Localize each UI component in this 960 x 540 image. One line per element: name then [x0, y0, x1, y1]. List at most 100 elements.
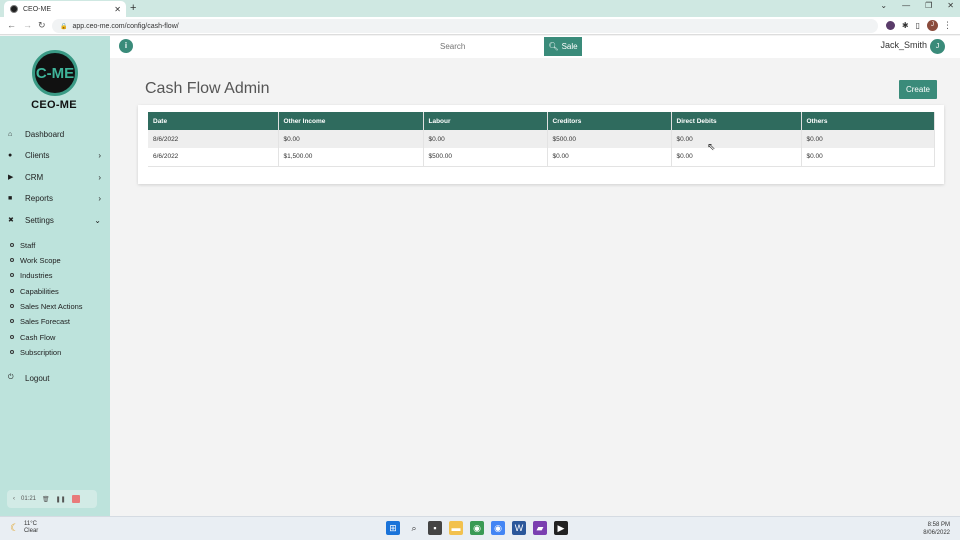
- table-row[interactable]: 8/6/2022 $0.00 $0.00 $500.00 $0.00 $0.00: [148, 130, 935, 148]
- chevron-right-icon: ›: [98, 172, 101, 182]
- chrome-profile-icon[interactable]: ◉: [491, 521, 505, 535]
- extensions-area: ✱ ▯ J: [885, 20, 938, 31]
- extension-icon[interactable]: [885, 21, 895, 30]
- file-explorer-icon[interactable]: ▬: [449, 521, 463, 535]
- sale-button[interactable]: 🔍︎ Sale: [544, 37, 582, 56]
- cash-flow-table: Date Other Income Labour Creditors Direc…: [148, 112, 935, 167]
- sidebar-item-label: Reports: [25, 193, 54, 203]
- word-icon[interactable]: W: [512, 521, 526, 535]
- chevron-down-icon[interactable]: ⌄: [880, 1, 887, 10]
- logo-text: CEO-ME: [31, 99, 77, 111]
- back-icon[interactable]: ←: [7, 20, 16, 30]
- sidebar-item-label: Clients: [25, 150, 50, 160]
- logo-mark: C-ME: [32, 50, 78, 96]
- cash-flow-card: Date Other Income Labour Creditors Direc…: [138, 105, 944, 184]
- bullet-icon: [10, 243, 14, 247]
- close-window-icon[interactable]: ✕: [947, 1, 954, 10]
- cell-date: 6/6/2022: [148, 148, 279, 167]
- sidebar-subitem-capabilities[interactable]: Capabilities: [10, 285, 59, 297]
- top-bar: i 🔍︎ Sale Jack_Smith J: [110, 36, 960, 58]
- task-view-icon[interactable]: ▪: [428, 521, 442, 535]
- search-icon[interactable]: ⌕: [407, 521, 421, 535]
- user-avatar[interactable]: J: [930, 39, 945, 54]
- url-field[interactable]: 🔒 app.ceo-me.com/config/cash-flow/: [52, 19, 878, 33]
- column-header-others[interactable]: Others: [801, 112, 935, 130]
- sidebar-item-dashboard[interactable]: ⌂ Dashboard: [0, 124, 110, 144]
- column-header-labour[interactable]: Labour: [423, 112, 548, 130]
- chrome-icon[interactable]: ◉: [470, 521, 484, 535]
- sidebar-item-settings[interactable]: ✖ Settings ⌄: [0, 210, 110, 230]
- cell-others: $0.00: [801, 148, 935, 167]
- media-player-icon[interactable]: ▶: [554, 521, 568, 535]
- cell-direct-debits: $0.00: [671, 148, 802, 167]
- page-title: Cash Flow Admin: [145, 80, 270, 97]
- minimize-icon[interactable]: —: [902, 1, 910, 10]
- table-header-row: Date Other Income Labour Creditors Direc…: [148, 112, 935, 130]
- sidebar-subitem-cash-flow[interactable]: Cash Flow: [10, 331, 55, 343]
- taskbar-apps: ⊞ ⌕ ▪ ▬ ◉ ◉ W ▰ ▶: [386, 521, 568, 535]
- stop-recording-icon[interactable]: [71, 495, 80, 503]
- restore-icon[interactable]: ❐: [925, 1, 932, 10]
- browser-menu-icon[interactable]: ⋮: [943, 20, 952, 31]
- cell-other-income: $0.00: [278, 130, 424, 148]
- sidebar-item-logout[interactable]: ⏻ Logout: [0, 368, 110, 388]
- sidebar-subitem-subscription[interactable]: Subscription: [10, 346, 61, 358]
- chevron-left-icon[interactable]: ‹: [13, 496, 15, 502]
- reports-icon: ■: [8, 194, 13, 202]
- weather-widget[interactable]: ☾ 11°C Clear: [10, 521, 38, 535]
- sidebar-item-clients[interactable]: ● Clients ›: [0, 145, 110, 165]
- cell-other-income: $1,500.00: [278, 148, 424, 167]
- browser-tab[interactable]: CEO-ME ✕: [4, 1, 126, 17]
- clipchamp-icon[interactable]: ▰: [533, 521, 547, 535]
- sidebar-panel-icon[interactable]: ▯: [916, 21, 920, 30]
- tab-title: CEO-ME: [23, 5, 51, 13]
- column-header-creditors[interactable]: Creditors: [547, 112, 672, 130]
- create-button[interactable]: Create: [899, 80, 937, 99]
- pause-icon[interactable]: ❚❚: [56, 496, 66, 503]
- tab-close-icon[interactable]: ✕: [114, 5, 121, 14]
- subitem-label: Industries: [20, 270, 53, 280]
- sidebar-item-reports[interactable]: ■ Reports ›: [0, 188, 110, 208]
- sidebar-subitem-staff[interactable]: Staff: [10, 239, 35, 251]
- home-icon: ⌂: [8, 130, 13, 138]
- search-icon: 🔍︎: [548, 42, 559, 51]
- sidebar-subitem-sales-forecast[interactable]: Sales Forecast: [10, 315, 70, 327]
- subitem-label: Capabilities: [20, 286, 59, 296]
- system-clock[interactable]: 8:58 PM 8/06/2022: [923, 521, 950, 537]
- sidebar-subitem-industries[interactable]: Industries: [10, 269, 53, 281]
- subitem-label: Sales Forecast: [20, 316, 71, 326]
- column-header-direct-debits[interactable]: Direct Debits: [671, 112, 802, 130]
- sidebar-item-label: Settings: [25, 215, 54, 225]
- trash-icon[interactable]: 🗑: [42, 496, 50, 503]
- bullet-icon: [10, 273, 14, 277]
- cell-creditors: $0.00: [547, 148, 672, 167]
- reload-icon[interactable]: ↻: [38, 20, 46, 31]
- subitem-label: Sales Next Actions: [20, 301, 83, 311]
- cell-creditors: $500.00: [547, 130, 672, 148]
- forward-icon[interactable]: →: [23, 20, 32, 30]
- profile-avatar[interactable]: J: [927, 20, 938, 31]
- new-tab-button[interactable]: +: [130, 2, 136, 14]
- ceo-me-logo[interactable]: C-ME CEO-ME: [30, 50, 78, 114]
- sidebar-subitem-sales-next-actions[interactable]: Sales Next Actions: [10, 300, 83, 312]
- info-icon[interactable]: i: [119, 39, 133, 53]
- puzzle-icon[interactable]: ✱: [902, 21, 909, 30]
- search-input[interactable]: [435, 37, 545, 56]
- subitem-label: Staff: [20, 240, 36, 250]
- sidebar-item-crm[interactable]: ▶ CRM ›: [0, 167, 110, 187]
- windows-start-icon[interactable]: ⊞: [386, 521, 400, 535]
- sidebar: C-ME CEO-ME ⌂ Dashboard ● Clients › ▶ CR…: [0, 36, 110, 516]
- crm-icon: ▶: [8, 174, 14, 181]
- table-row[interactable]: 6/6/2022 $1,500.00 $500.00 $0.00 $0.00 $…: [148, 148, 935, 167]
- bullet-icon: [10, 335, 14, 339]
- bullet-icon: [10, 289, 14, 293]
- column-header-other-income[interactable]: Other Income: [278, 112, 424, 130]
- url-text: app.ceo-me.com/config/cash-flow/: [72, 22, 179, 30]
- os-taskbar: ☾ 11°C Clear ⊞ ⌕ ▪ ▬ ◉ ◉ W ▰ ▶ 8:58 PM 8…: [0, 516, 960, 540]
- sidebar-subitem-work-scope[interactable]: Work Scope: [10, 254, 61, 266]
- user-name[interactable]: Jack_Smith: [880, 40, 927, 50]
- cell-direct-debits: $0.00: [671, 130, 802, 148]
- browser-tab-bar: CEO-ME ✕ + ⌄ — ❐ ✕: [0, 0, 960, 17]
- column-header-date[interactable]: Date: [148, 112, 279, 130]
- weather-text: 11°C Clear: [24, 521, 38, 535]
